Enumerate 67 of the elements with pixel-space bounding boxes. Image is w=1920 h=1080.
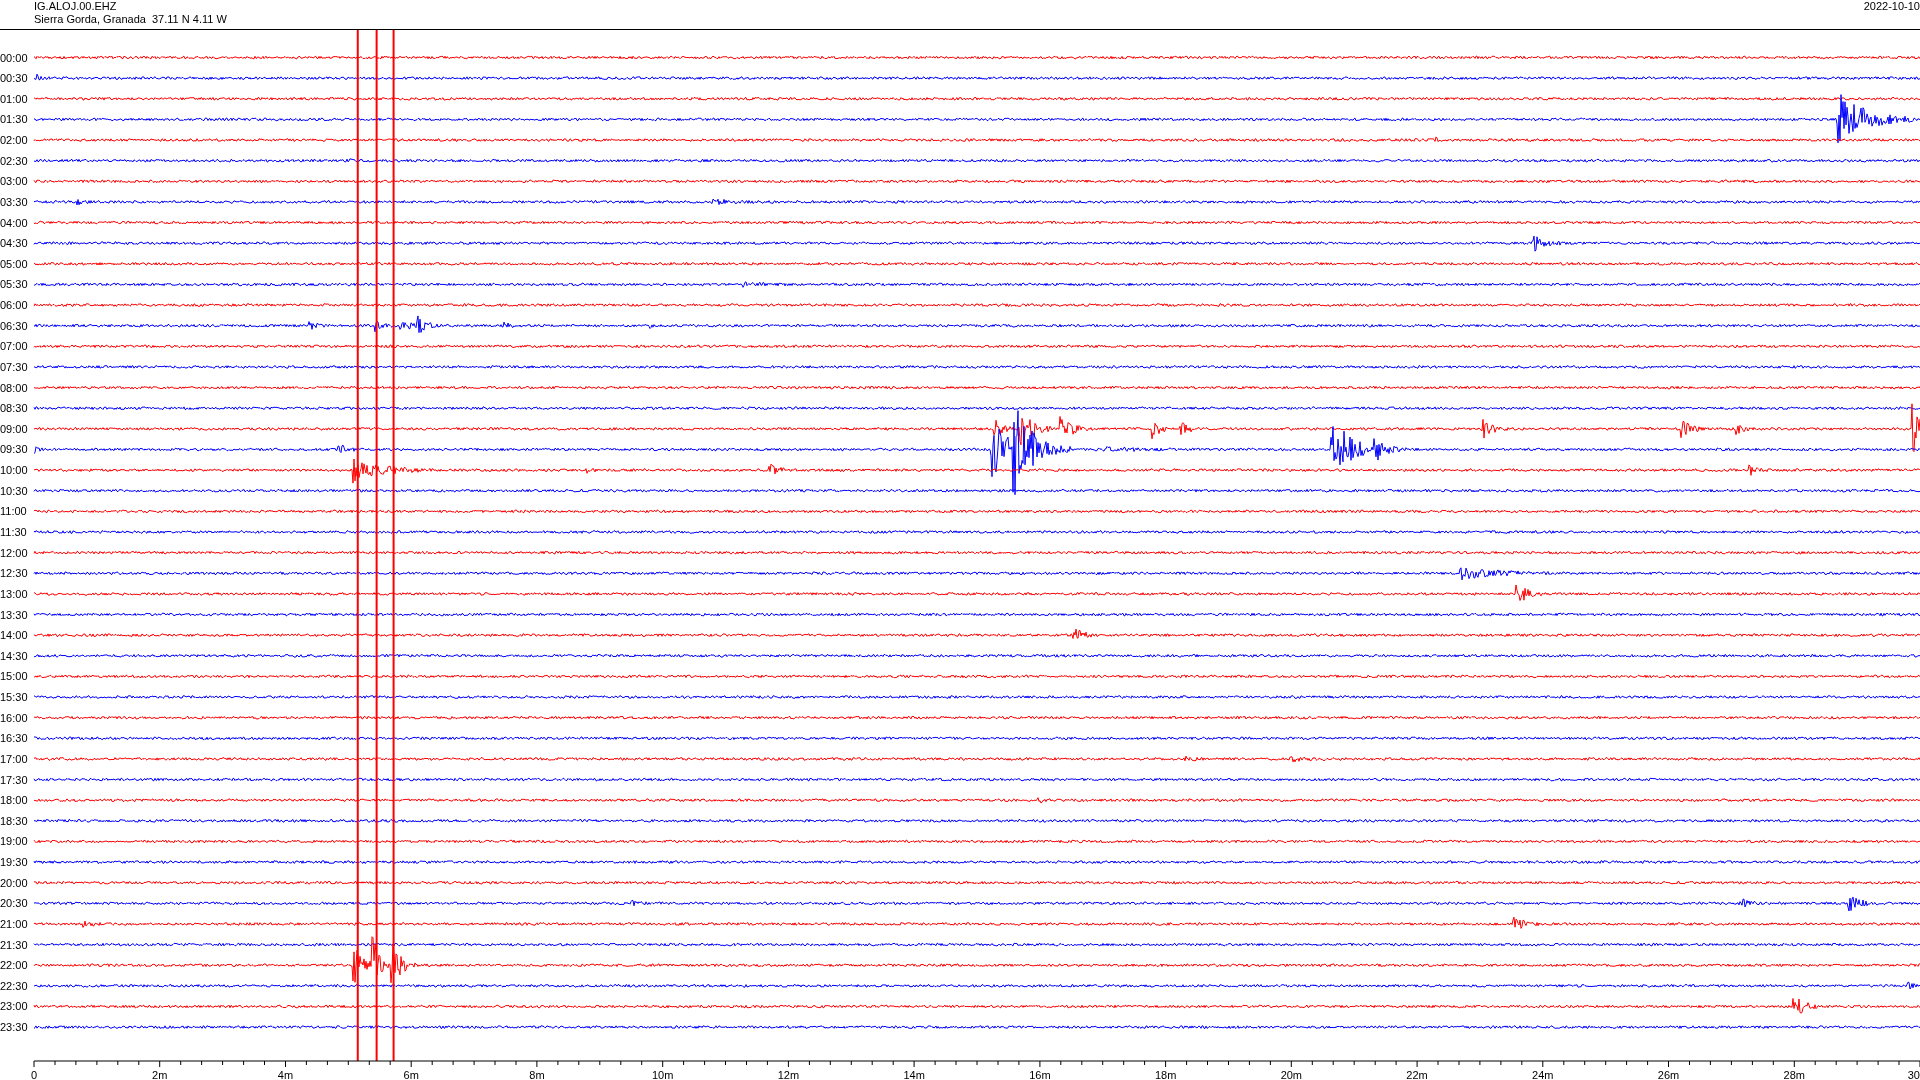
date-label: 2022-10-10 <box>1863 0 1920 14</box>
row-time-label: 18:00 <box>0 794 28 807</box>
axis-tick-label: 14m <box>903 1069 925 1080</box>
row-time-label: 00:30 <box>0 72 28 85</box>
row-time-label: 01:30 <box>0 113 28 126</box>
axis-tick-label: 30 <box>1907 1069 1920 1080</box>
row-time-label: 22:00 <box>0 959 28 972</box>
row-time-label: 23:00 <box>0 1000 28 1013</box>
row-time-label: 10:30 <box>0 484 28 497</box>
axis-tick-label: 12m <box>777 1069 800 1080</box>
axis-tick-label: 6m <box>403 1069 419 1080</box>
row-time-label: 14:30 <box>0 649 28 662</box>
row-time-label: 20:00 <box>0 876 28 889</box>
row-time-label: 08:00 <box>0 381 28 394</box>
row-time-label: 17:00 <box>0 752 28 765</box>
row-time-label: 19:30 <box>0 856 28 869</box>
axis-tick-label: 22m <box>1406 1069 1428 1080</box>
axis-tick-label: 0 <box>30 1069 38 1080</box>
row-time-label: 22:30 <box>0 979 28 992</box>
row-time-label: 19:00 <box>0 835 28 848</box>
station-location: Sierra Gorda, Granada 37.11 N 4.11 W <box>34 13 227 26</box>
station-code: IG.ALOJ.00.EHZ <box>34 0 118 13</box>
row-time-label: 15:00 <box>0 670 28 683</box>
axis-tick-label: 18m <box>1154 1069 1177 1080</box>
row-time-label: 07:00 <box>0 340 28 353</box>
row-time-label: 12:30 <box>0 567 28 580</box>
row-time-label: 23:30 <box>0 1021 28 1034</box>
row-time-label: 20:30 <box>0 897 28 910</box>
axis-tick-label: 8m <box>529 1069 545 1080</box>
row-time-label: 16:30 <box>0 732 28 745</box>
row-time-label: 08:30 <box>0 402 28 415</box>
row-time-label: 18:30 <box>0 814 28 827</box>
axis-tick-label: 28m <box>1783 1069 1805 1080</box>
row-time-label: 05:00 <box>0 257 28 270</box>
row-time-label: 10:00 <box>0 464 28 477</box>
axis-tick-label: 10m <box>651 1069 674 1080</box>
axis-tick-label: 26m <box>1657 1069 1680 1080</box>
row-time-label: 02:00 <box>0 134 28 146</box>
row-time-label: 05:30 <box>0 278 28 291</box>
row-time-label: 04:00 <box>0 216 28 229</box>
row-time-label: 02:30 <box>0 154 28 167</box>
row-time-label: 03:30 <box>0 195 28 208</box>
row-time-label: 21:30 <box>0 938 28 951</box>
row-time-label: 11:30 <box>0 526 27 538</box>
row-time-label: 03:00 <box>0 175 28 188</box>
row-time-label: 15:30 <box>0 691 28 704</box>
row-time-label: 09:00 <box>0 422 28 435</box>
axis-tick-label: 2m <box>152 1069 168 1080</box>
row-time-label: 01:00 <box>0 92 28 105</box>
row-time-label: 00:00 <box>0 51 28 64</box>
axis-tick-label: 4m <box>277 1069 294 1080</box>
row-time-label: 11:00 <box>0 505 27 518</box>
row-time-label: 07:30 <box>0 360 28 373</box>
row-time-label: 06:00 <box>0 299 28 312</box>
row-time-label: 21:00 <box>0 917 28 930</box>
axis-tick-label: 16m <box>1029 1069 1051 1080</box>
row-time-label: 14:00 <box>0 629 28 642</box>
axis-tick-label: 20m <box>1280 1069 1303 1080</box>
axis-tick-label: 24m <box>1532 1069 1554 1080</box>
row-time-label: 12:00 <box>0 546 28 559</box>
row-time-label: 09:30 <box>0 443 28 456</box>
row-time-label: 06:30 <box>0 319 28 332</box>
row-time-label: 13:00 <box>0 587 28 600</box>
row-time-label: 04:30 <box>0 237 28 250</box>
row-time-label: 17:30 <box>0 773 28 786</box>
row-time-label: 13:30 <box>0 608 28 621</box>
row-time-label: 16:00 <box>0 711 28 724</box>
